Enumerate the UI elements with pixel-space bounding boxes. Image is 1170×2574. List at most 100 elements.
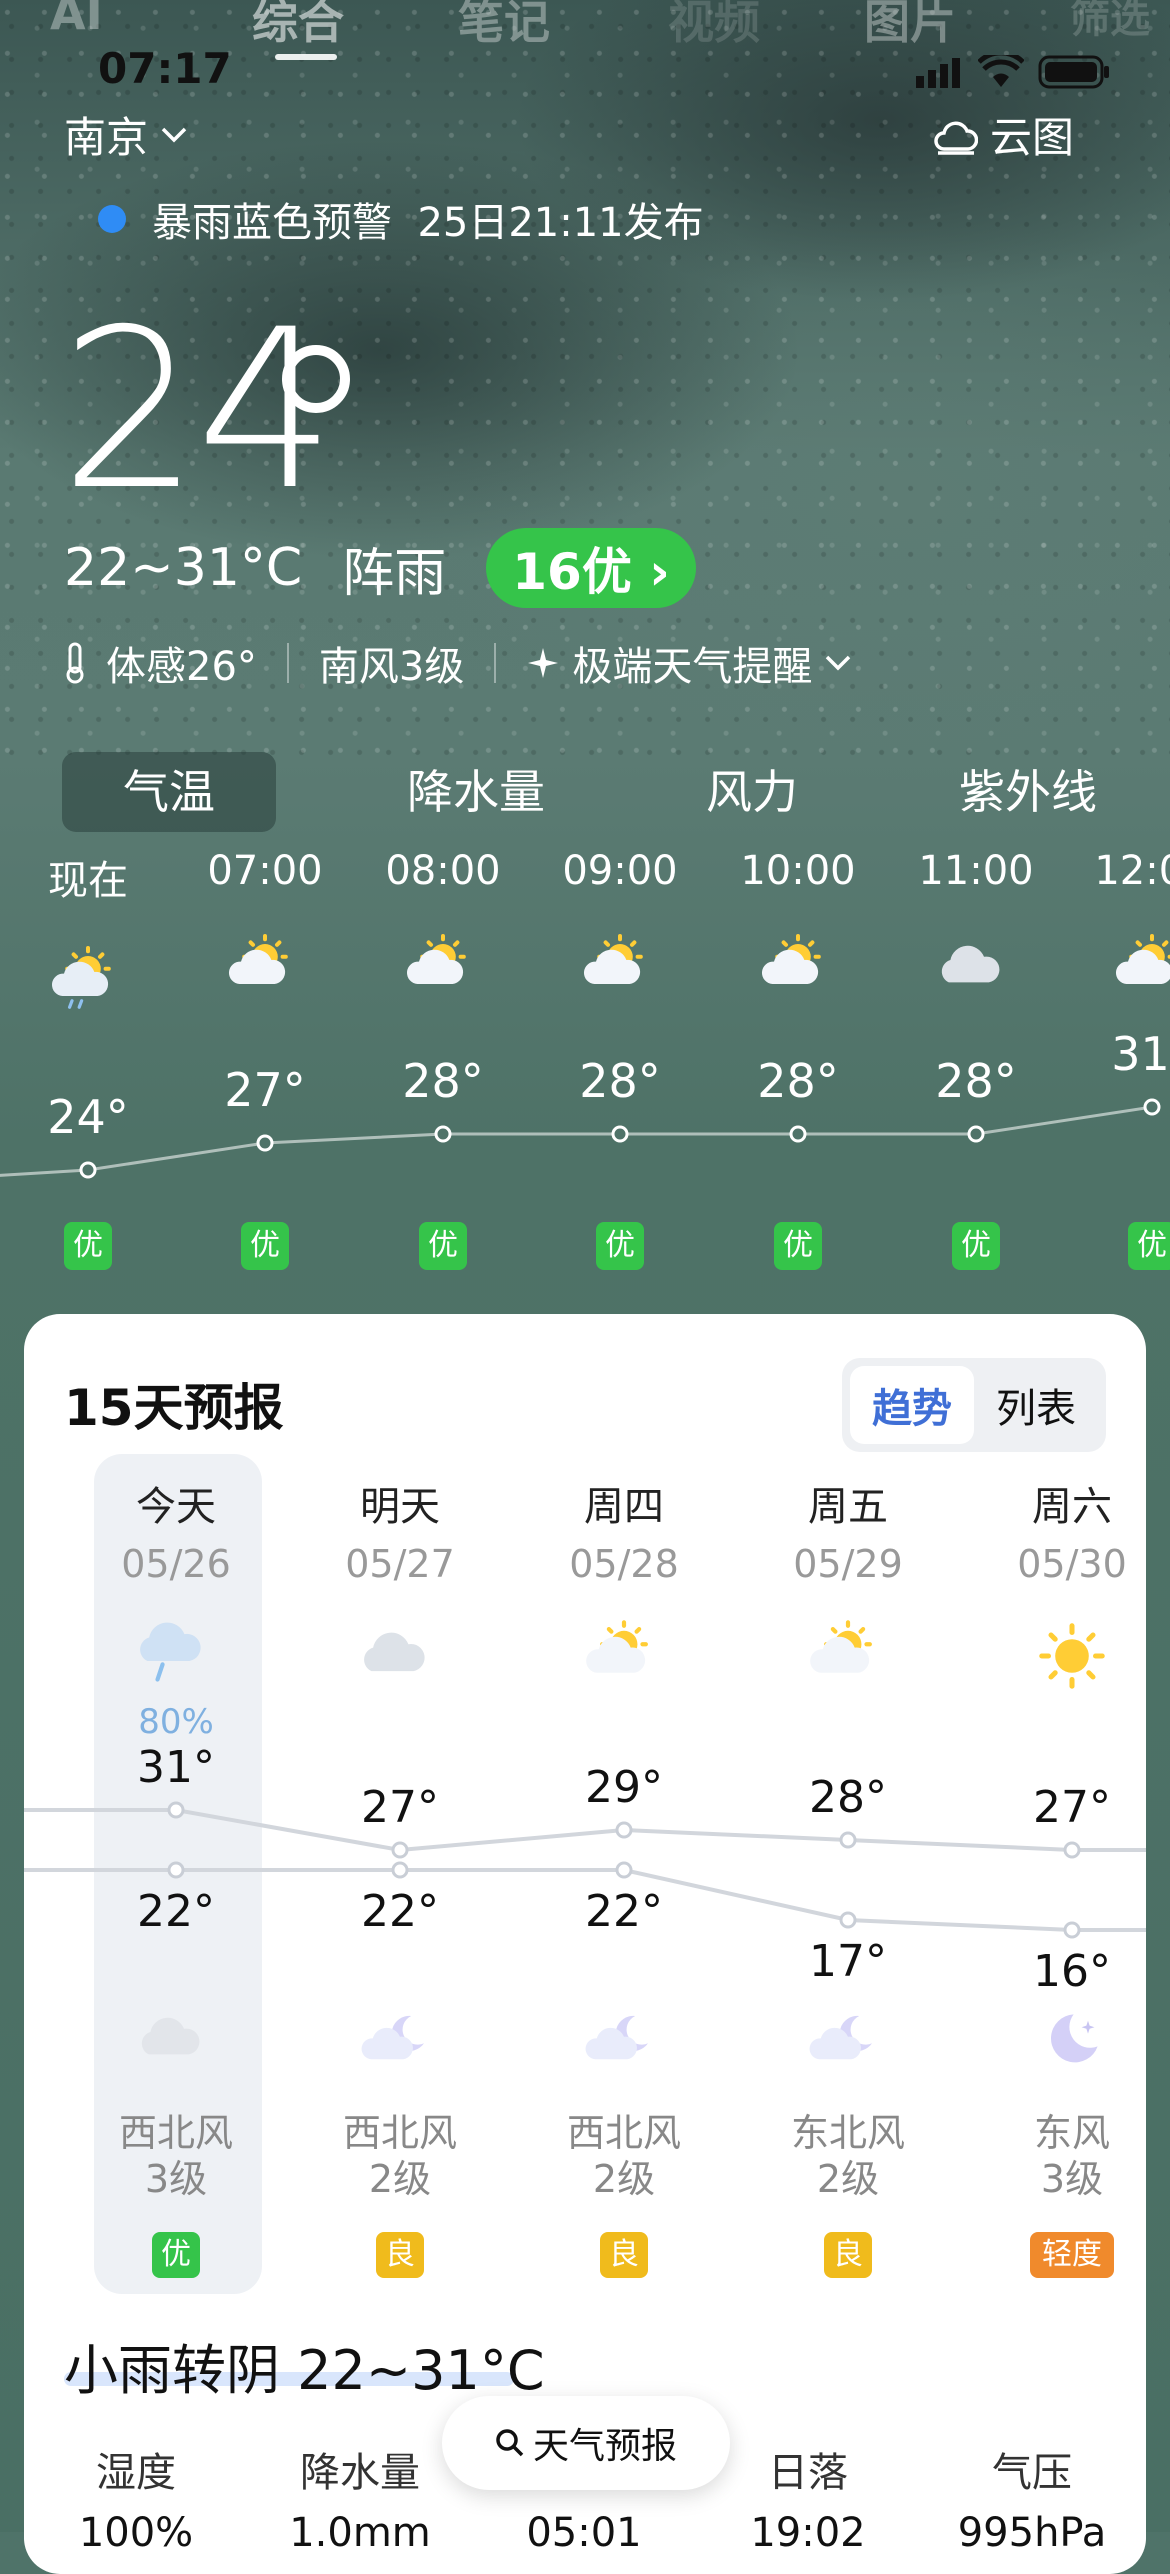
list-toggle[interactable]: 列表: [974, 1366, 1098, 1444]
day-column[interactable]: 周四 05/28: [524, 1474, 724, 1698]
day-high-temp: 29°: [585, 1762, 663, 1813]
partly-cloudy-icon: [810, 1620, 872, 1673]
wind: 南风3级: [318, 644, 465, 690]
sun-icon: [1039, 1623, 1105, 1689]
hour-time: 07:00: [207, 848, 323, 894]
current-summary: 22~31°C 阵雨 16优 ›: [64, 528, 696, 608]
mode-tabs: 气温 降水量 风力 紫外线: [62, 752, 1166, 832]
sparkle-icon: [528, 648, 559, 678]
top-tab-video[interactable]: 视频: [668, 0, 760, 52]
hour-temp: 28°: [579, 1054, 661, 1108]
wifi-icon: [978, 55, 1024, 87]
day-date: 05/28: [569, 1542, 679, 1586]
battery-icon: [1038, 55, 1109, 89]
weather-forecast-button[interactable]: 天气预报: [442, 2396, 730, 2490]
hour-point: [967, 1125, 985, 1143]
cloud-map-button[interactable]: 云图: [934, 104, 1074, 165]
extreme-weather-toggle[interactable]: 极端天气提醒: [526, 634, 852, 692]
partly-cloudy-rain-icon: [51, 946, 111, 1009]
day-wind: 东风 3级: [1033, 2111, 1110, 2201]
day-aqi-badge: 良: [824, 2232, 872, 2278]
cloudy-night-icon: [141, 2017, 200, 2055]
rain-icon: [140, 1622, 201, 1682]
tab-uv[interactable]: 紫外线: [890, 752, 1166, 832]
detail-value-humidity: 100%: [78, 2510, 194, 2556]
hour-column: 10:00: [708, 848, 888, 1008]
detail-label-humidity: 湿度: [96, 2450, 176, 2496]
hour-column: 现在: [0, 848, 178, 1020]
hour-time: 现在: [48, 858, 128, 904]
city-selector[interactable]: 南京: [64, 104, 188, 165]
night-icon: [972, 2000, 1170, 2080]
tab-temperature[interactable]: 气温: [62, 752, 276, 832]
day-point: [1063, 1921, 1081, 1939]
tab-wind[interactable]: 风力: [614, 752, 890, 832]
night-icon: [76, 2000, 276, 2080]
partly-cloudy-icon: [761, 934, 821, 984]
condition: 阵雨: [342, 543, 447, 604]
degree-symbol: [282, 345, 350, 413]
weather-forecast-label: 天气预报: [532, 2426, 677, 2467]
day-date: 05/29: [793, 1542, 903, 1586]
moon-cloud-icon: [809, 2015, 872, 2060]
day-column[interactable]: 明天 05/27: [300, 1474, 500, 1698]
day-column[interactable]: 今天 05/26 80%: [76, 1474, 276, 1742]
day-high-temp: 27°: [361, 1782, 439, 1833]
aqi-badge[interactable]: 16优 ›: [486, 528, 696, 608]
hour-temp: 24°: [47, 1090, 129, 1144]
partly-cloudy-icon: [406, 934, 466, 984]
city-name: 南京: [64, 113, 149, 162]
day-low-temp: 22°: [585, 1886, 663, 1937]
weather-alert[interactable]: 暴雨蓝色预警 25日21:11发布: [98, 190, 704, 248]
tab-precipitation[interactable]: 降水量: [338, 752, 614, 832]
night-icon: [300, 2000, 500, 2080]
hour-column: 07:00: [175, 848, 355, 1008]
hourly-forecast[interactable]: 现在 24° 优 07:00 27° 优 08:00 28° 优 09:00 28° 优 10:00 28…: [0, 848, 1170, 1278]
day-wind: 西北风 2级: [342, 2111, 457, 2201]
forecast-title: 15天预报: [64, 1379, 284, 1437]
status-icons: [916, 55, 1110, 89]
temp-range: 22~31°C: [64, 538, 303, 598]
active-tab-indicator: [275, 54, 337, 60]
partly-cloudy-icon: [586, 1620, 648, 1673]
day-name: 周六: [1032, 1484, 1112, 1530]
day-column[interactable]: 周六 05/30: [972, 1474, 1170, 1698]
top-tab-images[interactable]: 图片: [864, 0, 956, 52]
day-column[interactable]: 周五 05/29: [748, 1474, 948, 1698]
day-high-temp: 28°: [809, 1772, 887, 1823]
top-tab-ai[interactable]: AI: [50, 0, 103, 40]
top-tab-general[interactable]: 综合: [252, 0, 344, 52]
hour-aqi-badge: 优: [774, 1222, 822, 1270]
detail-label-precip: 降水量: [300, 2450, 420, 2496]
moon-cloud-icon: [361, 2015, 424, 2060]
partly-cloudy-icon: [228, 934, 288, 984]
day-point: [1063, 1841, 1081, 1859]
day-low-temp: 22°: [361, 1886, 439, 1937]
day-point: [839, 1911, 857, 1929]
day-wind: 西北风 2级: [566, 2111, 681, 2201]
detail-value-sunrise: 05:01: [526, 2510, 642, 2556]
day-point: [615, 1821, 633, 1839]
hour-time: 10:00: [740, 848, 856, 894]
extreme-label: 极端天气提醒: [572, 644, 813, 690]
moon-icon: [1050, 2014, 1098, 2063]
hour-point: [434, 1125, 452, 1143]
cloudy-icon: [941, 945, 1000, 983]
day-name: 周四: [584, 1484, 664, 1530]
hour-temp: 28°: [757, 1054, 839, 1108]
hour-column: 08:00: [353, 848, 533, 1008]
alert-time: 25日21:11发布: [417, 200, 704, 246]
day-low-temp: 22°: [137, 1886, 215, 1937]
day-date: 05/27: [345, 1542, 455, 1586]
moon-cloud-icon: [585, 2015, 648, 2060]
search-icon: [496, 2429, 524, 2457]
hour-temp: 27°: [224, 1063, 306, 1117]
hour-aqi-badge: 优: [1128, 1222, 1170, 1270]
trend-toggle[interactable]: 趋势: [850, 1366, 974, 1444]
alert-text: 暴雨蓝色预警: [152, 200, 392, 246]
day-point: [615, 1861, 633, 1879]
hour-point: [611, 1125, 629, 1143]
top-tab-filter[interactable]: 筛选: [1070, 0, 1150, 44]
top-tab-notes[interactable]: 笔记: [458, 0, 550, 52]
hour-temp: 28°: [402, 1054, 484, 1108]
